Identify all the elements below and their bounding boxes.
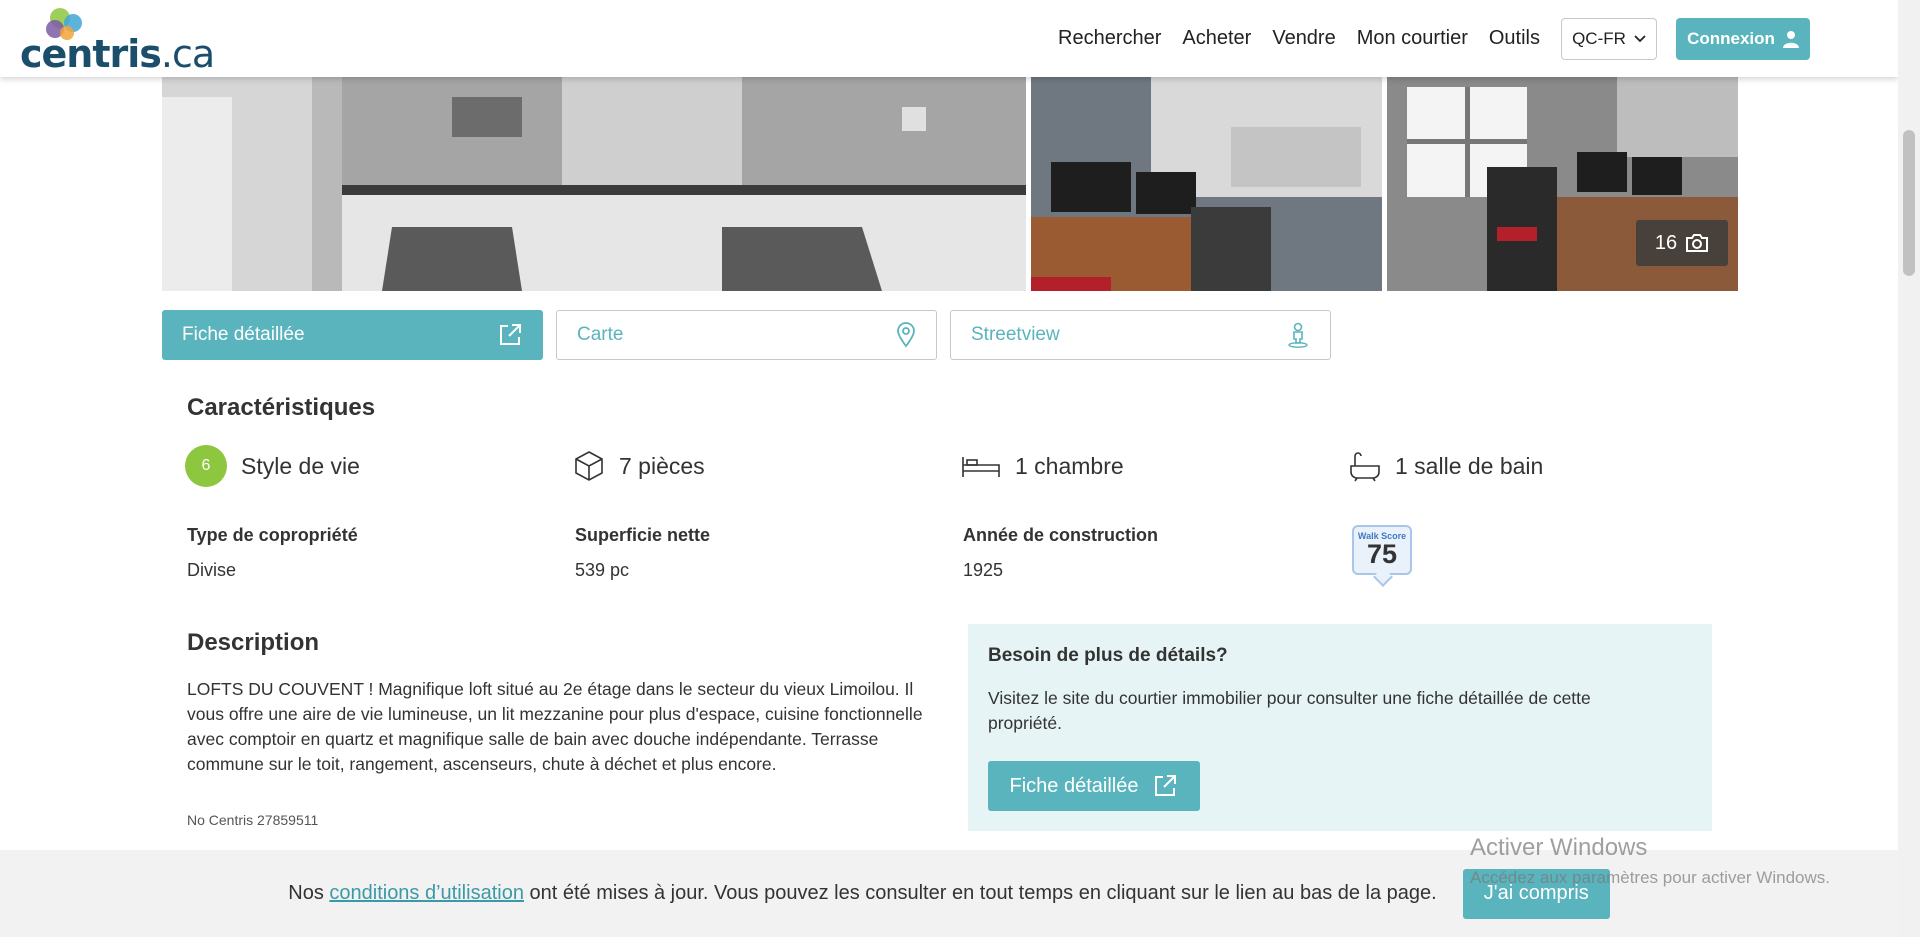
broker-details-box: Besoin de plus de détails? Visitez le si… [968, 624, 1712, 831]
page-scrollbar[interactable] [1898, 0, 1920, 937]
walk-score-badge[interactable]: Walk Score 75 [1352, 525, 1412, 587]
nav-outils[interactable]: Outils [1489, 27, 1540, 50]
year-value: 1925 [963, 560, 1004, 580]
centris-logo[interactable]: centris.ca [18, 6, 215, 76]
streetview-label: Streetview [971, 324, 1060, 345]
terms-link[interactable]: conditions d’utilisation [329, 882, 524, 905]
rooms-label: 7 pièces [619, 452, 705, 479]
streetview-tab[interactable]: Streetview [950, 310, 1331, 360]
nav-mon-courtier[interactable]: Mon courtier [1357, 27, 1468, 50]
centris-number: No Centris 27859511 [187, 812, 319, 828]
watermark-subtitle: Accédez aux paramètres pour activer Wind… [1470, 868, 1830, 887]
lifestyle-feature[interactable]: 6 Style de vie [185, 445, 360, 487]
external-link-icon [500, 324, 521, 345]
bathtub-icon [1350, 452, 1380, 482]
gallery-photo-2[interactable] [1031, 77, 1382, 291]
user-icon [1782, 30, 1799, 48]
area-value: 539 pc [575, 560, 630, 580]
watermark-title: Activer Windows [1470, 834, 1648, 861]
gallery-photo-main[interactable] [162, 77, 1026, 291]
details-box-title: Besoin de plus de détails? [988, 645, 1228, 666]
nav-vendre[interactable]: Vendre [1272, 27, 1335, 50]
characteristics-title: Caractéristiques [187, 394, 376, 421]
description-text: LOFTS DU COUVENT ! Magnifique loft situé… [187, 679, 923, 774]
details-box-text: Visitez le site du courtier immobilier p… [988, 688, 1591, 733]
map-pin-icon [897, 322, 915, 348]
office-kitchen-illustration [1031, 77, 1382, 291]
login-label: Connexion [1687, 28, 1775, 48]
language-label: QC-FR [1572, 28, 1626, 48]
bed-icon [962, 457, 1000, 477]
bathrooms-feature: 1 salle de bain [1349, 445, 1543, 487]
language-dropdown[interactable]: QC-FR [1561, 17, 1657, 60]
description-title: Description [187, 629, 320, 656]
windows-activation-watermark: Activer Windows Accédez aux paramètres p… [1470, 834, 1830, 888]
fiche-detaillee-tab[interactable]: Fiche détaillée [162, 310, 543, 360]
cube-icon [575, 451, 603, 481]
nav-rechercher[interactable]: Rechercher [1058, 27, 1161, 50]
cookie-suffix: ont été mises à jour. Vous pouvez les co… [523, 882, 1437, 904]
camera-icon [1686, 234, 1709, 252]
external-link-icon [1155, 775, 1177, 796]
bathrooms-label: 1 salle de bain [1395, 452, 1544, 479]
broker-fiche-label: Fiche détaillée [1009, 774, 1139, 797]
year-label: Année de construction [963, 525, 1159, 545]
area-label: Superficie nette [575, 525, 711, 545]
cookie-prefix: Nos [288, 882, 330, 904]
photo-count: 16 [1654, 231, 1678, 254]
streetview-person-icon [1288, 322, 1308, 348]
rooms-feature: 7 pièces [573, 445, 705, 487]
fiche-detaillee-label: Fiche détaillée [182, 324, 305, 345]
kitchen-illustration [162, 77, 1026, 291]
walk-score-pointer [1373, 567, 1393, 587]
walk-score-value: 75 [1366, 539, 1398, 569]
scrollbar-thumb[interactable] [1903, 130, 1915, 276]
gallery-photo-3[interactable]: 16 [1387, 77, 1738, 291]
bedrooms-label: 1 chambre [1015, 452, 1124, 479]
photo-counter-button[interactable]: 16 [1636, 220, 1728, 266]
ownership-value: Divise [187, 560, 237, 580]
bedrooms-feature: 1 chambre [961, 445, 1124, 487]
nav-acheter[interactable]: Acheter [1182, 27, 1251, 50]
site-header: centris.ca Rechercher Acheter Vendre Mon… [0, 0, 1898, 77]
logo-wordmark: centris.ca [20, 32, 215, 76]
lifestyle-label: Style de vie [241, 452, 360, 479]
chevron-down-icon [1634, 34, 1646, 42]
carte-label: Carte [577, 324, 624, 345]
main-nav: Rechercher Acheter Vendre Mon courtier O… [1058, 0, 1898, 77]
carte-tab[interactable]: Carte [556, 310, 937, 360]
broker-fiche-button[interactable]: Fiche détaillée [988, 761, 1200, 811]
login-button[interactable]: Connexion [1676, 17, 1810, 60]
ownership-label: Type de copropriété [187, 525, 358, 545]
lifestyle-score-badge: 6 [185, 445, 227, 487]
